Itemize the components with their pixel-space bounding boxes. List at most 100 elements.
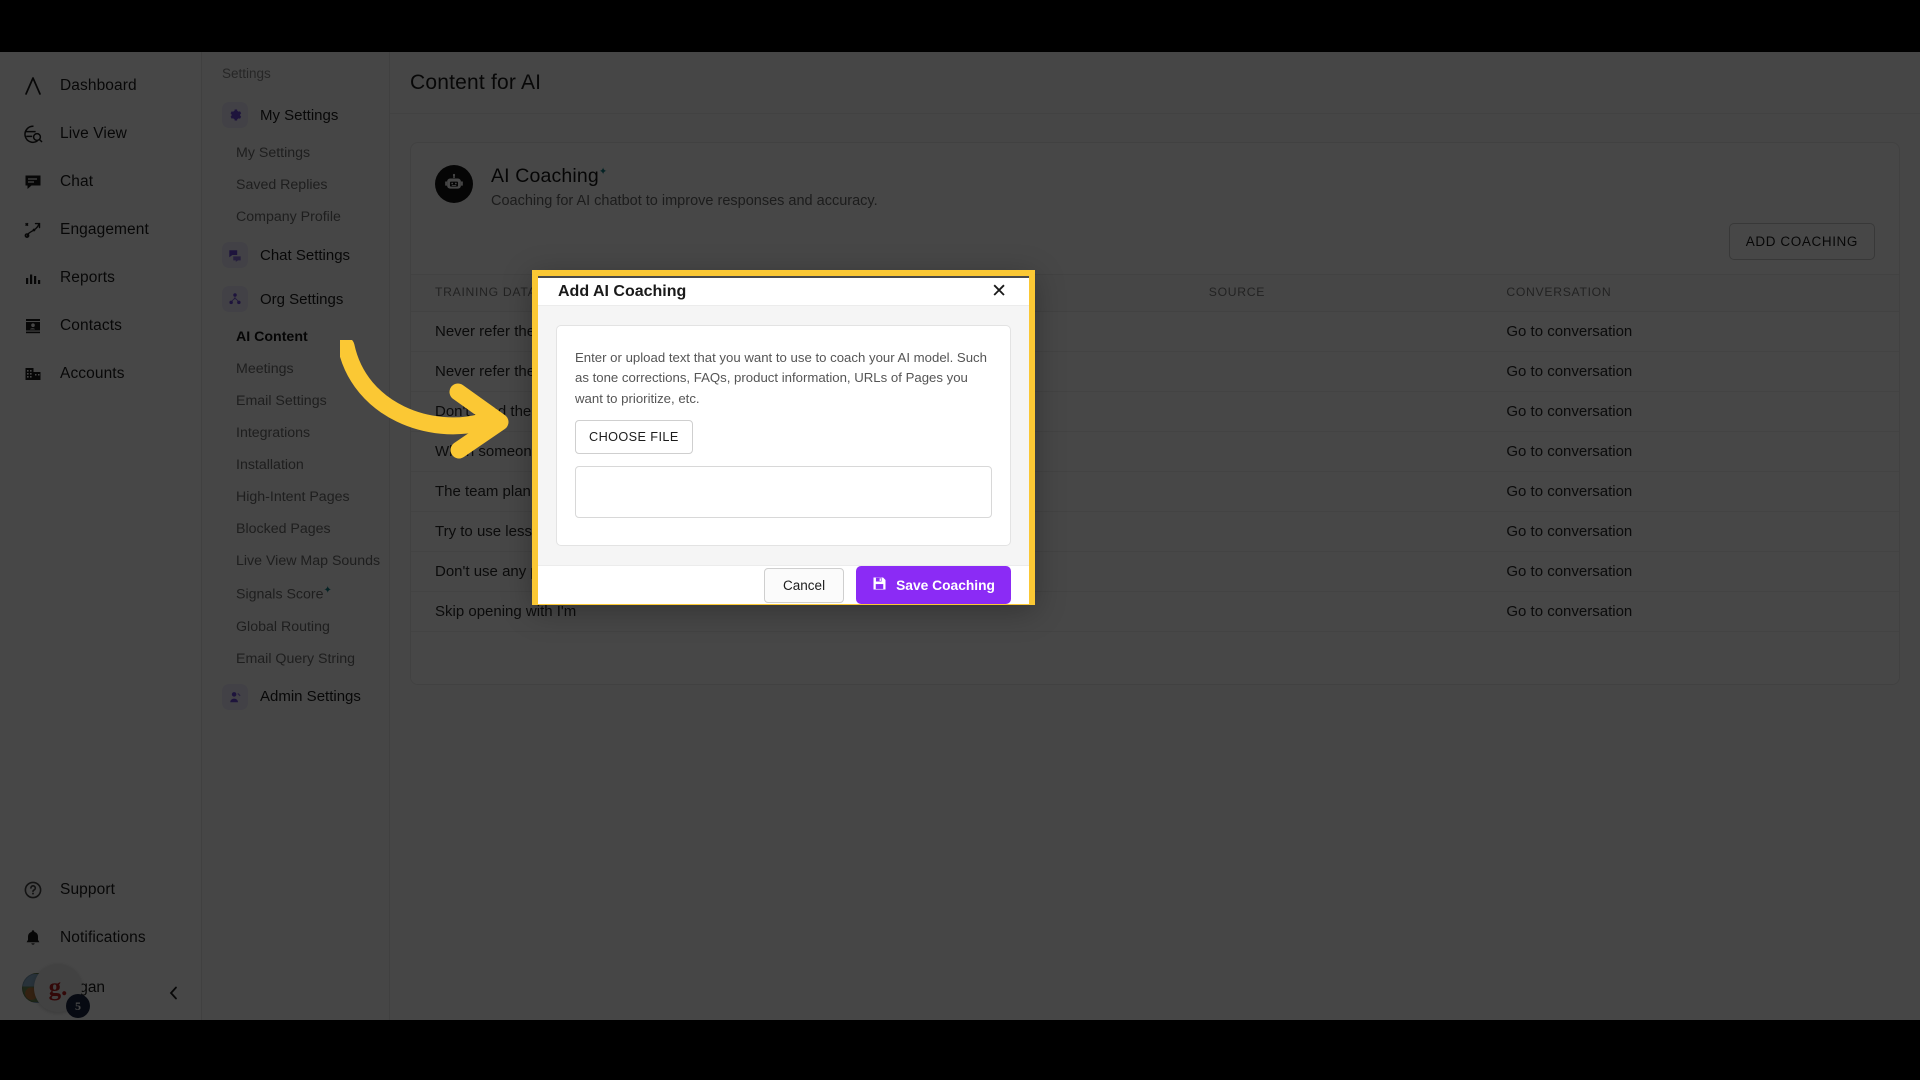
settings-subitem-meetings[interactable]: Meetings: [202, 353, 389, 385]
settings-subitem-ai-content[interactable]: AI Content: [202, 321, 389, 353]
add-ai-coaching-modal: Add AI Coaching ✕ Enter or upload text t…: [532, 270, 1035, 605]
chat-settings-icon: [222, 242, 248, 268]
card-header-text: AI Coaching✦ Coaching for AI chatbot to …: [491, 165, 878, 209]
cell-go-to-conversation[interactable]: Go to conversation: [1482, 351, 1899, 392]
cell-source: [1184, 551, 1483, 592]
table-footer: [411, 632, 1899, 684]
card-title: AI Coaching✦: [491, 165, 878, 188]
page-title: Content for AI: [410, 70, 542, 94]
sidebar-item-live-view[interactable]: Live View: [0, 110, 201, 158]
settings-subitem-my-settings[interactable]: My Settings: [202, 137, 389, 169]
sidebar-item-reports[interactable]: Reports: [0, 254, 201, 302]
sidebar-item-accounts[interactable]: Accounts: [0, 350, 201, 398]
save-coaching-button[interactable]: Save Coaching: [856, 566, 1011, 605]
settings-group-label: Admin Settings: [260, 688, 361, 706]
cell-source: [1184, 511, 1483, 552]
cell-go-to-conversation[interactable]: Go to conversation: [1482, 551, 1899, 592]
cell-go-to-conversation[interactable]: Go to conversation: [1482, 591, 1899, 632]
settings-group-org-settings[interactable]: Org Settings: [202, 277, 389, 321]
sidebar-item-label: Engagement: [60, 221, 149, 238]
chat-bubble-icon: [22, 171, 44, 193]
g2-launcher-badge[interactable]: g. 5: [34, 964, 90, 1018]
modal-footer: Cancel Save Coaching: [538, 565, 1029, 605]
playbook-icon: [22, 219, 44, 241]
settings-group-label: Chat Settings: [260, 246, 351, 264]
sidebar-item-label: Chat: [60, 173, 94, 190]
sidebar-item-support[interactable]: Support: [0, 866, 201, 914]
column-header-conversation: CONVERSATION: [1482, 274, 1899, 312]
admin-icon: [222, 683, 248, 710]
card-header: AI Coaching✦ Coaching for AI chatbot to …: [411, 143, 1899, 215]
settings-group-my-settings[interactable]: My Settings: [202, 93, 389, 137]
globe-search-icon: [22, 123, 44, 145]
card-actions: ADD COACHING: [411, 215, 1899, 274]
bar-chart-icon: [22, 267, 44, 289]
sidebar-item-engagement[interactable]: Engagement: [0, 206, 201, 254]
cell-source: [1184, 471, 1483, 512]
sidebar-item-label: Support: [60, 881, 115, 898]
sidebar-item-label: Accounts: [60, 365, 125, 382]
cell-source: [1184, 591, 1483, 632]
settings-subitem-label: Signals Score: [236, 586, 324, 603]
sidebar-item-label: Notifications: [60, 929, 146, 946]
card-subtitle: Coaching for AI chatbot to improve respo…: [491, 193, 878, 209]
sidebar-item-label: Contacts: [60, 317, 122, 334]
cell-go-to-conversation[interactable]: Go to conversation: [1482, 511, 1899, 552]
settings-subitem-installation[interactable]: Installation: [202, 449, 389, 481]
cell-source: [1184, 391, 1483, 432]
cell-source: [1184, 431, 1483, 472]
sidebar-item-contacts[interactable]: Contacts: [0, 302, 201, 350]
floppy-disk-icon: [872, 576, 887, 594]
modal-title: Add AI Coaching: [558, 282, 687, 300]
settings-subitem-email-query-string[interactable]: Email Query String: [202, 643, 389, 675]
sidebar-item-chat[interactable]: Chat: [0, 158, 201, 206]
chevron-left-icon: [169, 986, 177, 1000]
close-icon[interactable]: ✕: [987, 278, 1011, 305]
cell-go-to-conversation[interactable]: Go to conversation: [1482, 471, 1899, 512]
settings-subitem-live-view-map-sounds[interactable]: Live View Map Sounds: [202, 545, 389, 577]
coaching-input-card: Enter or upload text that you want to us…: [556, 325, 1011, 547]
save-coaching-label: Save Coaching: [896, 577, 995, 593]
cancel-button[interactable]: Cancel: [764, 567, 845, 603]
letterbox-bottom: [0, 1020, 1920, 1080]
screen-root: Dashboard Live View Chat Engagement Repo…: [0, 0, 1920, 1080]
settings-subitem-signals-score[interactable]: Signals Score✦: [202, 577, 389, 611]
modal-description: Enter or upload text that you want to us…: [575, 350, 987, 406]
sidebar-item-notifications[interactable]: Notifications: [0, 914, 201, 962]
building-icon: [22, 363, 44, 385]
sparkle-icon: ✦: [598, 166, 608, 178]
settings-group-admin-settings[interactable]: Admin Settings: [202, 675, 389, 719]
cell-source: [1184, 351, 1483, 392]
modal-body: Enter or upload text that you want to us…: [538, 306, 1029, 566]
cell-go-to-conversation[interactable]: Go to conversation: [1482, 391, 1899, 432]
main-header: Content for AI: [390, 52, 1920, 114]
column-header-source: SOURCE: [1184, 274, 1483, 312]
add-coaching-button[interactable]: ADD COACHING: [1728, 223, 1875, 260]
settings-group-chat-settings[interactable]: Chat Settings: [202, 233, 389, 277]
settings-sidebar: Settings My Settings My Settings Saved R…: [202, 52, 390, 1020]
contact-card-icon: [22, 315, 44, 337]
choose-file-button[interactable]: CHOOSE FILE: [575, 420, 693, 455]
sidebar-item-label: Live View: [60, 125, 127, 142]
g2-badge-count: 5: [66, 994, 90, 1018]
settings-sidebar-title: Settings: [222, 66, 271, 81]
settings-subitem-blocked-pages[interactable]: Blocked Pages: [202, 513, 389, 545]
settings-subitem-high-intent-pages[interactable]: High-Intent Pages: [202, 481, 389, 513]
org-icon: [222, 286, 248, 312]
cell-go-to-conversation[interactable]: Go to conversation: [1482, 431, 1899, 472]
bell-icon: [22, 927, 44, 949]
settings-subitem-company-profile[interactable]: Company Profile: [202, 201, 389, 233]
settings-subitem-saved-replies[interactable]: Saved Replies: [202, 169, 389, 201]
settings-subitem-email-settings[interactable]: Email Settings: [202, 385, 389, 417]
primary-sidebar: Dashboard Live View Chat Engagement Repo…: [0, 52, 202, 1020]
settings-group-label: My Settings: [260, 106, 339, 124]
settings-subitem-global-routing[interactable]: Global Routing: [202, 611, 389, 643]
sidebar-collapse-button[interactable]: [161, 980, 187, 1006]
coaching-text-input[interactable]: [575, 466, 992, 519]
sidebar-item-dashboard[interactable]: Dashboard: [0, 62, 201, 110]
cell-go-to-conversation[interactable]: Go to conversation: [1482, 311, 1899, 352]
sidebar-item-label: Dashboard: [60, 77, 137, 94]
robot-icon: [435, 165, 473, 203]
settings-subitem-integrations[interactable]: Integrations: [202, 417, 389, 449]
